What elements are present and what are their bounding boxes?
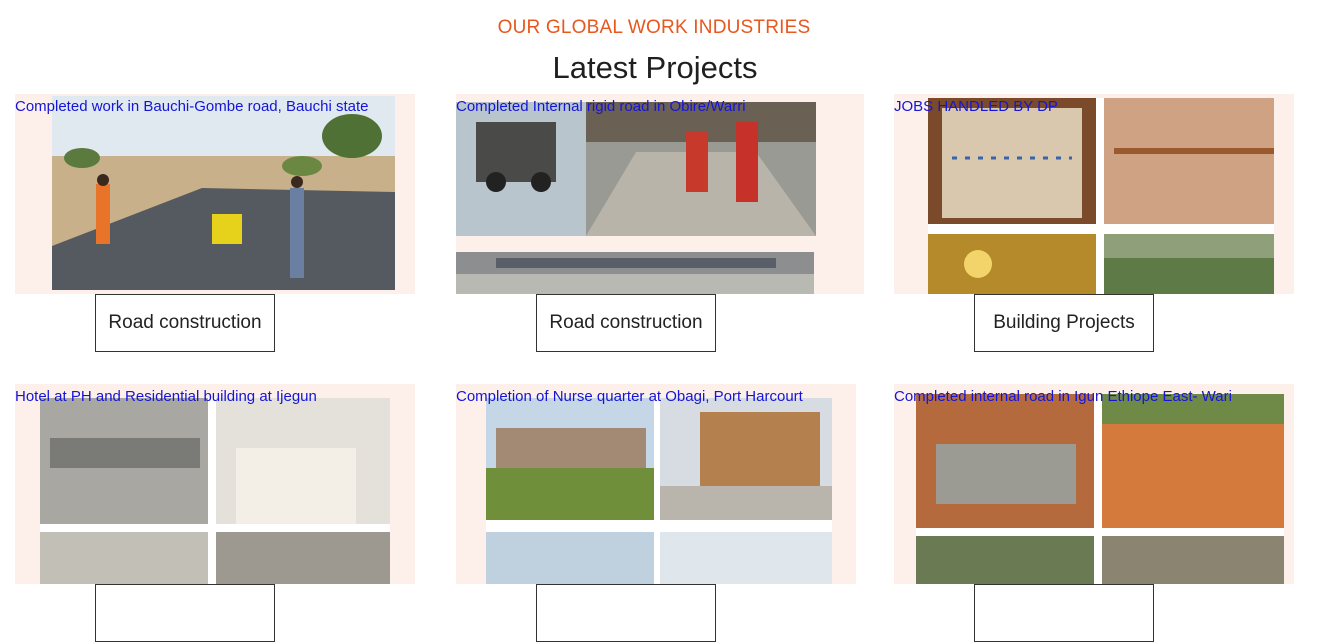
building-projects-button[interactable]: Building Projects [974,294,1154,352]
project-caption[interactable]: JOBS HANDLED BY DP [894,98,1058,115]
section-title: Latest Projects [552,50,758,85]
project-photo [52,96,395,290]
project-caption[interactable]: Completion of Nurse quarter at Obagi, Po… [456,388,803,405]
project-card-bauchi[interactable]: Completed work in Bauchi-Gombe road, Bau… [15,94,415,294]
project-card-nurse-quarter[interactable]: Completion of Nurse quarter at Obagi, Po… [456,384,856,584]
project-photo [916,394,1284,584]
project-card-igun-road[interactable]: Completed internal road in Igun Ethiope … [894,384,1294,584]
project-caption[interactable]: Hotel at PH and Residential building at … [15,388,317,405]
section-tagline: OUR GLOBAL WORK INDUSTRIES [497,17,811,38]
project-card-ph-hotel[interactable]: Hotel at PH and Residential building at … [15,384,415,584]
project-photo [928,98,1274,294]
project-caption[interactable]: Completed internal road in Igun Ethiope … [894,388,1232,405]
project-photo [456,252,814,294]
road-construction-button[interactable]: Road construction [95,294,275,352]
project-button-row2-1[interactable] [95,584,275,642]
project-caption[interactable]: Completed work in Bauchi-Gombe road, Bau… [15,98,369,115]
project-photo [40,398,390,584]
road-construction-button[interactable]: Road construction [536,294,716,352]
project-button-row2-3[interactable] [974,584,1154,642]
project-photo [456,102,816,236]
project-caption[interactable]: Completed Internal rigid road in Obire/W… [456,98,746,115]
project-card-obire[interactable]: Completed Internal rigid road in Obire/W… [456,94,864,294]
project-card-dp-jobs[interactable]: JOBS HANDLED BY DP [894,94,1294,294]
project-button-row2-2[interactable] [536,584,716,642]
project-photo [486,398,832,584]
